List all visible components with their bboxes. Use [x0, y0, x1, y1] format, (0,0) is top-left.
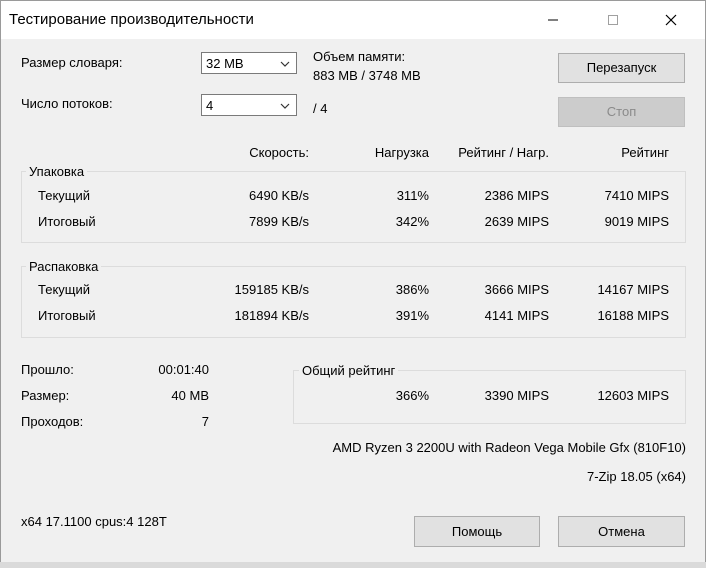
maximize-icon	[608, 15, 618, 25]
threads-value: 4	[206, 98, 214, 113]
compress-total-label: Итоговый	[38, 214, 96, 229]
elapsed-label: Прошло:	[21, 362, 74, 377]
close-icon	[665, 14, 677, 26]
compress-current-load: 311%	[396, 188, 429, 203]
decompress-current-load: 386%	[395, 282, 429, 297]
close-button[interactable]	[643, 1, 699, 39]
decompress-current-rpl: 3666 MIPS	[484, 282, 549, 297]
compress-current-rpl: 2386 MIPS	[484, 188, 549, 203]
system-info: x64 17.1100 cpus:4 128T	[21, 514, 167, 529]
passes-value: 7	[201, 414, 209, 429]
compress-current-label: Текущий	[38, 188, 90, 203]
decompress-current-speed: 159185 KB/s	[234, 282, 309, 297]
decompress-total-speed: 181894 KB/s	[234, 308, 309, 323]
dict-size-select[interactable]: 32 MB	[201, 52, 297, 74]
elapsed-value: 00:01:40	[158, 362, 209, 377]
cpu-info: AMD Ryzen 3 2200U with Radeon Vega Mobil…	[332, 440, 686, 455]
passes-label: Проходов:	[21, 414, 84, 429]
dict-size-value: 32 MB	[206, 56, 244, 71]
restart-button[interactable]: Перезапуск	[558, 53, 685, 83]
decompress-total-label: Итоговый	[38, 308, 96, 323]
benchmark-window: Тестирование производительности Размер с…	[0, 0, 706, 564]
help-button[interactable]: Помощь	[414, 516, 540, 547]
size-label: Размер:	[21, 388, 70, 403]
compress-group	[21, 171, 686, 243]
decompress-total-rating: 16188 MIPS	[597, 308, 669, 323]
cancel-button[interactable]: Отмена	[558, 516, 685, 547]
background-strip	[0, 562, 706, 568]
total-rating-title: Общий рейтинг	[299, 363, 399, 378]
decompress-group	[21, 266, 686, 338]
compress-current-rating: 7410 MIPS	[604, 188, 669, 203]
column-rating-per-load: Рейтинг / Нагр.	[458, 145, 549, 160]
compress-total-speed: 7899 KB/s	[249, 214, 309, 229]
memory-label: Объем памяти:	[313, 49, 406, 64]
chevron-down-icon	[280, 103, 290, 109]
title-bar: Тестирование производительности	[1, 1, 705, 39]
maximize-button[interactable]	[585, 1, 641, 39]
window-title: Тестирование производительности	[9, 11, 254, 28]
stop-button[interactable]: Стоп	[558, 97, 685, 127]
decompress-group-title: Распаковка	[26, 259, 102, 274]
column-rating: Рейтинг	[621, 145, 669, 160]
threads-select[interactable]: 4	[201, 94, 297, 116]
decompress-total-load: 391%	[395, 308, 429, 323]
compress-total-rpl: 2639 MIPS	[484, 214, 549, 229]
minimize-button[interactable]	[525, 1, 581, 39]
dict-size-label: Размер словаря:	[21, 55, 123, 70]
column-load: Нагрузка	[374, 145, 429, 160]
compress-current-speed: 6490 KB/s	[249, 188, 309, 203]
threads-max: / 4	[313, 101, 328, 116]
threads-label: Число потоков:	[21, 96, 113, 111]
total-rating: 12603 MIPS	[597, 388, 669, 403]
decompress-total-rpl: 4141 MIPS	[484, 308, 549, 323]
column-speed: Скорость:	[249, 145, 309, 160]
decompress-current-rating: 14167 MIPS	[597, 282, 669, 297]
total-load: 366%	[395, 388, 429, 403]
minimize-icon	[548, 19, 558, 21]
compress-group-title: Упаковка	[26, 164, 88, 179]
version-info: 7-Zip 18.05 (x64)	[587, 469, 686, 484]
size-value: 40 MB	[171, 388, 209, 403]
chevron-down-icon	[280, 61, 290, 67]
compress-total-rating: 9019 MIPS	[604, 214, 669, 229]
total-rpl: 3390 MIPS	[484, 388, 549, 403]
decompress-current-label: Текущий	[38, 282, 90, 297]
compress-total-load: 342%	[395, 214, 429, 229]
memory-value: 883 MB / 3748 MB	[313, 68, 421, 83]
